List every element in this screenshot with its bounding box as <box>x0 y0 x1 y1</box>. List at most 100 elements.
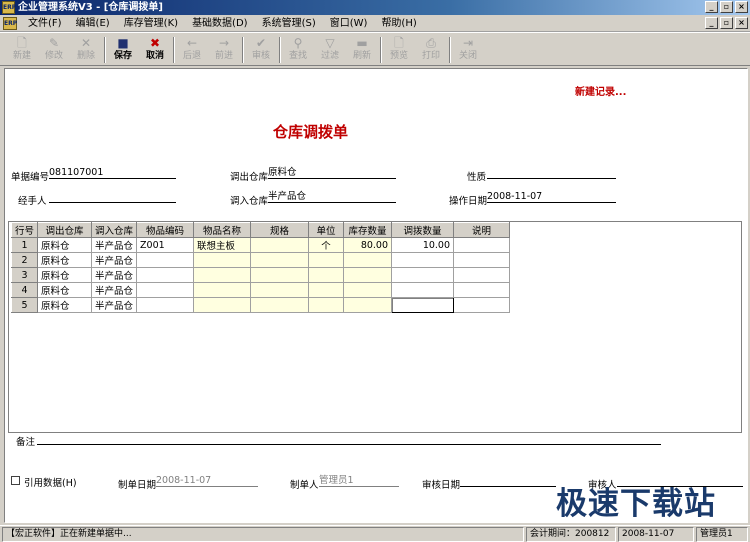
minimize-button[interactable]: _ <box>705 1 718 13</box>
cell-qty[interactable] <box>391 282 455 298</box>
audit-button[interactable]: ✔ 审核 <box>247 35 275 65</box>
cell-name[interactable] <box>193 282 252 298</box>
cell-note[interactable] <box>453 267 511 283</box>
cell-name[interactable] <box>193 267 252 283</box>
col-header-stock[interactable]: 库存数量 <box>343 222 393 238</box>
cell-in-wh[interactable]: 半产品仓 <box>91 297 138 313</box>
menu-file[interactable]: 文件(F) <box>21 16 69 31</box>
cell-unit[interactable] <box>308 267 345 283</box>
mdi-restore-button[interactable]: ▫ <box>720 17 733 29</box>
cell-note[interactable] <box>453 252 511 268</box>
cell-note[interactable] <box>453 282 511 298</box>
col-header-spec[interactable]: 规格 <box>250 222 310 238</box>
op-date-field[interactable]: 2008-11-07 <box>487 191 616 203</box>
cell-out-wh[interactable]: 原料仓 <box>37 252 93 268</box>
cell-unit[interactable] <box>308 282 345 298</box>
cell-qty-editing[interactable] <box>391 297 455 313</box>
table-row[interactable]: 2 原料仓 半产品仓 <box>10 252 511 268</box>
forward-button[interactable]: → 前进 <box>210 35 238 65</box>
preview-button[interactable]: 🗋 预览 <box>385 35 413 65</box>
remark-field[interactable] <box>37 433 661 445</box>
cell-spec[interactable] <box>250 237 310 253</box>
cell-qty[interactable] <box>391 267 455 283</box>
col-header-code[interactable]: 物品编码 <box>136 222 195 238</box>
doc-no-field[interactable]: 081107001 <box>49 167 176 179</box>
cell-note[interactable] <box>453 297 511 313</box>
table-row[interactable]: 1 原料仓 半产品仓 Z001 联想主板 个 80.00 10.00 <box>10 237 511 253</box>
cell-code[interactable]: Z001 <box>136 237 195 253</box>
nature-field[interactable] <box>487 167 616 179</box>
back-button[interactable]: ← 后退 <box>178 35 206 65</box>
cell-stock[interactable] <box>343 252 393 268</box>
cell-in-wh[interactable]: 半产品仓 <box>91 237 138 253</box>
made-date-field[interactable]: 2008-11-07 <box>156 475 258 487</box>
cell-qty[interactable] <box>391 252 455 268</box>
cell-in-wh[interactable]: 半产品仓 <box>91 267 138 283</box>
cell-qty[interactable]: 10.00 <box>391 237 455 253</box>
cell-code[interactable] <box>136 282 195 298</box>
delete-button[interactable]: ✕ 删除 <box>72 35 100 65</box>
menu-system[interactable]: 系统管理(S) <box>255 16 323 31</box>
refresh-button[interactable]: ▬ 刷新 <box>348 35 376 65</box>
ref-data-checkbox[interactable] <box>11 476 20 485</box>
col-header-row-no[interactable]: 行号 <box>10 222 39 238</box>
cell-stock[interactable]: 80.00 <box>343 237 393 253</box>
table-row[interactable]: 4 原料仓 半产品仓 <box>10 282 511 298</box>
cell-out-wh[interactable]: 原料仓 <box>37 297 93 313</box>
print-button[interactable]: ⎙ 打印 <box>417 35 445 65</box>
restore-button[interactable]: ▫ <box>720 1 733 13</box>
handler-field[interactable] <box>49 191 176 203</box>
edit-button[interactable]: ✎ 修改 <box>40 35 68 65</box>
table-row[interactable]: 3 原料仓 半产品仓 <box>10 267 511 283</box>
mdi-close-button[interactable]: × <box>735 17 748 29</box>
menu-help[interactable]: 帮助(H) <box>374 16 423 31</box>
col-header-in-wh[interactable]: 调入仓库 <box>91 222 138 238</box>
col-header-note[interactable]: 说明 <box>453 222 511 238</box>
find-button[interactable]: ⚲ 查找 <box>284 35 312 65</box>
cell-name[interactable]: 联想主板 <box>193 237 252 253</box>
out-warehouse-field[interactable]: 原料仓 <box>268 167 396 179</box>
in-warehouse-field[interactable]: 半产品仓 <box>268 191 396 203</box>
cell-in-wh[interactable]: 半产品仓 <box>91 252 138 268</box>
cell-code[interactable] <box>136 297 195 313</box>
cell-spec[interactable] <box>250 267 310 283</box>
cell-note[interactable] <box>453 237 511 253</box>
cell-unit[interactable]: 个 <box>308 237 345 253</box>
cell-in-wh[interactable]: 半产品仓 <box>91 282 138 298</box>
close-button[interactable]: × <box>735 1 748 13</box>
close-doc-button[interactable]: ⇥ 关闭 <box>454 35 482 65</box>
cell-unit[interactable] <box>308 297 345 313</box>
cell-out-wh[interactable]: 原料仓 <box>37 267 93 283</box>
document-icon[interactable]: ERP <box>3 16 17 30</box>
cell-spec[interactable] <box>250 252 310 268</box>
menu-window[interactable]: 窗口(W) <box>323 16 375 31</box>
audit-date-field[interactable] <box>460 475 556 487</box>
cell-out-wh[interactable]: 原料仓 <box>37 282 93 298</box>
cell-stock[interactable] <box>343 282 393 298</box>
col-header-unit[interactable]: 单位 <box>308 222 345 238</box>
col-header-qty[interactable]: 调拨数量 <box>391 222 455 238</box>
cell-stock[interactable] <box>343 267 393 283</box>
menu-base-data[interactable]: 基础数据(D) <box>185 16 255 31</box>
cell-unit[interactable] <box>308 252 345 268</box>
cell-name[interactable] <box>193 297 252 313</box>
menu-inventory[interactable]: 库存管理(K) <box>117 16 185 31</box>
cancel-button[interactable]: ✖ 取消 <box>141 35 169 65</box>
cell-code[interactable] <box>136 252 195 268</box>
cell-spec[interactable] <box>250 297 310 313</box>
save-button[interactable]: ■ 保存 <box>109 35 137 65</box>
cell-stock[interactable] <box>343 297 393 313</box>
cell-out-wh[interactable]: 原料仓 <box>37 237 93 253</box>
cell-spec[interactable] <box>250 282 310 298</box>
col-header-name[interactable]: 物品名称 <box>193 222 252 238</box>
cell-code[interactable] <box>136 267 195 283</box>
cell-name[interactable] <box>193 252 252 268</box>
mdi-minimize-button[interactable]: _ <box>705 17 718 29</box>
menu-edit[interactable]: 编辑(E) <box>69 16 117 31</box>
maker-field[interactable]: 管理员1 <box>319 475 399 487</box>
col-header-out-wh[interactable]: 调出仓库 <box>37 222 93 238</box>
new-button[interactable]: 🗋 新建 <box>8 35 36 65</box>
table-row[interactable]: 5 原料仓 半产品仓 <box>10 297 511 313</box>
filter-button[interactable]: ▽ 过滤 <box>316 35 344 65</box>
ref-data-label[interactable]: 引用数据(H) <box>24 475 77 489</box>
